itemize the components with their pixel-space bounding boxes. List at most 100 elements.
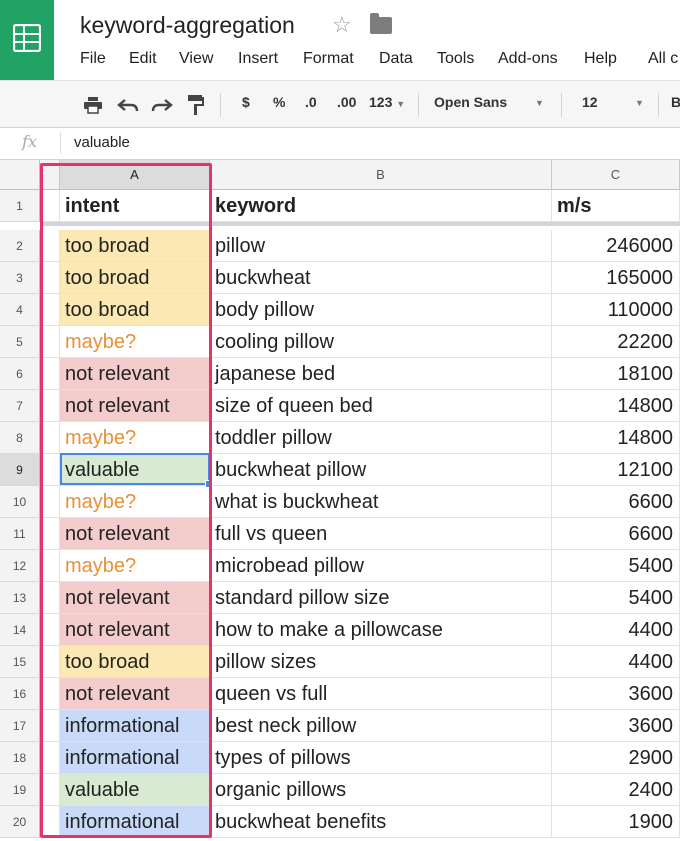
decrease-decimals-button[interactable]: .0 [305, 94, 317, 110]
cell-keyword[interactable]: what is buckwheat [210, 486, 552, 518]
cell-ms[interactable]: 22200 [552, 326, 680, 358]
menu-item-all-c[interactable]: All c [648, 50, 678, 68]
row-header[interactable]: 4 [0, 294, 40, 326]
row-header[interactable]: 2 [0, 230, 40, 262]
paint-format-icon[interactable] [187, 94, 205, 116]
menu-item-view[interactable]: View [179, 50, 213, 68]
row-header[interactable]: 16 [0, 678, 40, 710]
cell-keyword[interactable]: size of queen bed [210, 390, 552, 422]
cell-ms[interactable]: 5400 [552, 582, 680, 614]
row-header[interactable]: 15 [0, 646, 40, 678]
row-header[interactable]: 18 [0, 742, 40, 774]
column-header-c[interactable]: C [552, 160, 680, 190]
menu-item-tools[interactable]: Tools [437, 50, 474, 68]
cell-ms[interactable]: 4400 [552, 614, 680, 646]
toolbar-divider [220, 93, 221, 117]
row-header[interactable]: 1 [0, 190, 40, 222]
font-size-select[interactable]: 12 [582, 94, 598, 110]
chevron-down-icon[interactable]: ▼ [535, 98, 544, 108]
print-icon[interactable] [83, 96, 103, 114]
row-header[interactable]: 14 [0, 614, 40, 646]
cell-ms[interactable]: 3600 [552, 710, 680, 742]
cell-keyword[interactable]: pillow [210, 230, 552, 262]
menu-item-format[interactable]: Format [303, 50, 354, 68]
column-a-highlight-annotation [40, 163, 212, 838]
cell-keyword[interactable]: organic pillows [210, 774, 552, 806]
header-cell-ms[interactable]: m/s [552, 190, 680, 222]
cell-ms[interactable]: 18100 [552, 358, 680, 390]
chevron-down-icon[interactable]: ▼ [635, 98, 644, 108]
more-formats-button[interactable]: 123 ▼ [369, 94, 405, 110]
cell-keyword[interactable]: types of pillows [210, 742, 552, 774]
cell-keyword[interactable]: full vs queen [210, 518, 552, 550]
cell-ms[interactable]: 14800 [552, 422, 680, 454]
toolbar-divider [561, 93, 562, 117]
select-all-corner[interactable] [0, 160, 40, 190]
cell-ms[interactable]: 12100 [552, 454, 680, 486]
cell-keyword[interactable]: buckwheat pillow [210, 454, 552, 486]
toolbar: $ % .0 .00 123 ▼ Open Sans ▼ 12 ▼ B [0, 80, 680, 128]
cell-keyword[interactable]: pillow sizes [210, 646, 552, 678]
folder-icon[interactable] [370, 13, 392, 34]
cell-ms[interactable]: 165000 [552, 262, 680, 294]
formula-input[interactable]: valuable [74, 134, 130, 151]
cell-keyword[interactable]: japanese bed [210, 358, 552, 390]
row-header[interactable]: 17 [0, 710, 40, 742]
cell-ms[interactable]: 2900 [552, 742, 680, 774]
cell-ms[interactable]: 5400 [552, 550, 680, 582]
star-icon[interactable]: ☆ [332, 12, 352, 38]
menu-item-insert[interactable]: Insert [238, 50, 278, 68]
row-header[interactable]: 19 [0, 774, 40, 806]
cell-ms[interactable]: 3600 [552, 678, 680, 710]
row-header[interactable]: 7 [0, 390, 40, 422]
menu-item-file[interactable]: File [80, 50, 106, 68]
cell-keyword[interactable]: microbead pillow [210, 550, 552, 582]
row-header[interactable]: 20 [0, 806, 40, 838]
cell-keyword[interactable]: best neck pillow [210, 710, 552, 742]
cell-keyword[interactable]: toddler pillow [210, 422, 552, 454]
bold-button[interactable]: B [671, 94, 680, 110]
formula-bar: fx valuable [0, 128, 680, 160]
cell-ms[interactable]: 1900 [552, 806, 680, 838]
menu-item-help[interactable]: Help [584, 50, 617, 68]
cell-ms[interactable]: 4400 [552, 646, 680, 678]
cell-keyword[interactable]: cooling pillow [210, 326, 552, 358]
cell-ms[interactable]: 110000 [552, 294, 680, 326]
cell-ms[interactable]: 2400 [552, 774, 680, 806]
cell-ms[interactable]: 6600 [552, 486, 680, 518]
row-header[interactable]: 12 [0, 550, 40, 582]
cell-ms[interactable]: 6600 [552, 518, 680, 550]
row-header[interactable]: 10 [0, 486, 40, 518]
font-family-select[interactable]: Open Sans [434, 94, 507, 110]
row-header[interactable]: 11 [0, 518, 40, 550]
cell-keyword[interactable]: buckwheat benefits [210, 806, 552, 838]
cell-ms[interactable]: 246000 [552, 230, 680, 262]
cell-keyword[interactable]: queen vs full [210, 678, 552, 710]
redo-icon[interactable] [151, 96, 173, 114]
document-title[interactable]: keyword-aggregation [80, 12, 295, 39]
cell-keyword[interactable]: buckwheat [210, 262, 552, 294]
percent-format-button[interactable]: % [273, 94, 285, 110]
header-cell-keyword[interactable]: keyword [210, 190, 552, 222]
cell-keyword[interactable]: how to make a pillowcase [210, 614, 552, 646]
currency-format-button[interactable]: $ [242, 94, 250, 110]
menu-item-edit[interactable]: Edit [129, 50, 157, 68]
chevron-down-icon: ▼ [396, 99, 406, 109]
cell-keyword[interactable]: body pillow [210, 294, 552, 326]
toolbar-divider [658, 93, 659, 117]
row-header[interactable]: 13 [0, 582, 40, 614]
menu-item-add-ons[interactable]: Add-ons [498, 50, 558, 68]
row-header[interactable]: 5 [0, 326, 40, 358]
row-header[interactable]: 9 [0, 454, 40, 486]
menu-item-data[interactable]: Data [379, 50, 413, 68]
increase-decimals-button[interactable]: .00 [337, 94, 356, 110]
cell-ms[interactable]: 14800 [552, 390, 680, 422]
column-header-b[interactable]: B [210, 160, 552, 190]
more-formats-label: 123 [369, 94, 393, 110]
cell-keyword[interactable]: standard pillow size [210, 582, 552, 614]
row-header[interactable]: 6 [0, 358, 40, 390]
sheets-logo[interactable] [0, 0, 54, 80]
row-header[interactable]: 8 [0, 422, 40, 454]
row-header[interactable]: 3 [0, 262, 40, 294]
undo-icon[interactable] [117, 96, 139, 114]
